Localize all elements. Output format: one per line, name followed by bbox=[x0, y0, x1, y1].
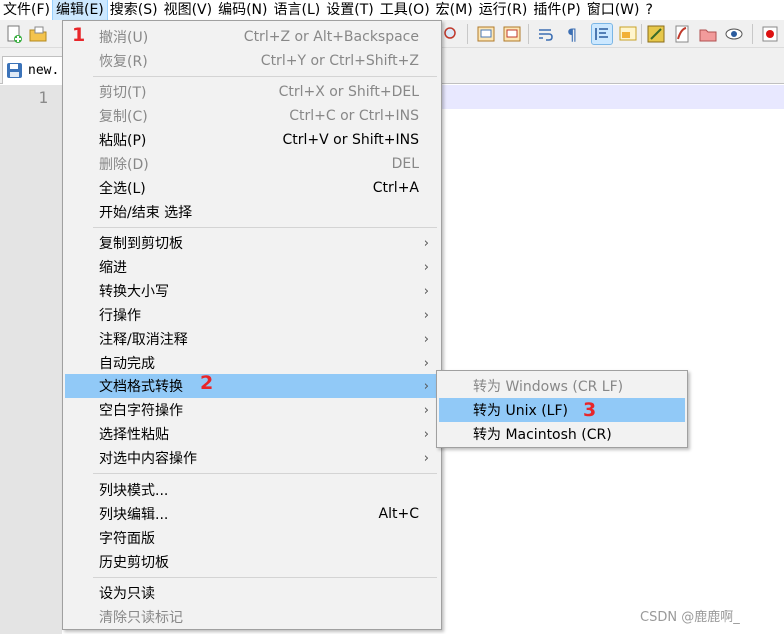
menu-item-column-mode[interactable]: 列块模式... bbox=[65, 478, 439, 502]
zoom-out-icon[interactable] bbox=[502, 24, 522, 44]
menubar: 文件(F) 编辑(E) 搜索(S) 视图(V) 编码(N) 语言(L) 设置(T… bbox=[0, 0, 784, 21]
wrap-icon[interactable] bbox=[536, 24, 556, 44]
menu-item-delete[interactable]: 删除(D) DEL bbox=[65, 152, 439, 176]
menu-item-undo[interactable]: 撤消(U) Ctrl+Z or Alt+Backspace bbox=[65, 25, 439, 49]
submenu-item-windows[interactable]: 转为 Windows (CR LF) bbox=[439, 374, 685, 398]
menu-item-column-editor[interactable]: 列块编辑... Alt+C bbox=[65, 502, 439, 526]
menu-encoding[interactable]: 编码(N) bbox=[215, 0, 270, 20]
folder-icon[interactable] bbox=[698, 24, 718, 44]
menu-item-on-selection[interactable]: 对选中内容操作 › bbox=[65, 446, 439, 470]
chevron-right-icon: › bbox=[423, 402, 429, 418]
menu-language[interactable]: 语言(L) bbox=[271, 0, 324, 20]
menu-item-select-all[interactable]: 全选(L) Ctrl+A bbox=[65, 176, 439, 200]
menu-item-redo[interactable]: 恢复(R) Ctrl+Y or Ctrl+Shift+Z bbox=[65, 49, 439, 73]
new-file-icon[interactable] bbox=[4, 24, 24, 44]
annotation-step-2: 2 bbox=[200, 372, 214, 394]
menu-view[interactable]: 视图(V) bbox=[161, 0, 216, 20]
floppy-save-icon bbox=[7, 63, 22, 78]
submenu-item-unix[interactable]: 转为 Unix (LF) bbox=[439, 398, 685, 422]
menu-item-cut[interactable]: 剪切(T) Ctrl+X or Shift+DEL bbox=[65, 80, 439, 104]
tab-label: new. bbox=[28, 63, 60, 78]
menu-item-clear-readonly[interactable]: 清除只读标记 bbox=[65, 605, 439, 629]
menu-item-auto-complete[interactable]: 自动完成 › bbox=[65, 351, 439, 375]
menu-plugins[interactable]: 插件(P) bbox=[530, 0, 583, 20]
chevron-right-icon: › bbox=[423, 378, 429, 394]
menu-edit[interactable]: 编辑(E) bbox=[51, 0, 108, 21]
menu-item-clipboard-history[interactable]: 历史剪切板 bbox=[65, 550, 439, 574]
menu-settings[interactable]: 设置(T) bbox=[323, 0, 376, 20]
chevron-right-icon: › bbox=[423, 426, 429, 442]
menu-search[interactable]: 搜索(S) bbox=[107, 0, 161, 20]
chevron-right-icon: › bbox=[423, 259, 429, 275]
chevron-right-icon: › bbox=[423, 235, 429, 251]
menu-item-set-readonly[interactable]: 设为只读 bbox=[65, 581, 439, 605]
function-list-icon[interactable] bbox=[646, 24, 666, 44]
menu-item-convert-case[interactable]: 转换大小写 › bbox=[65, 279, 439, 303]
menu-tools[interactable]: 工具(O) bbox=[377, 0, 433, 20]
submenu-item-macintosh[interactable]: 转为 Macintosh (CR) bbox=[439, 422, 685, 446]
folder-workspace-icon[interactable] bbox=[672, 24, 692, 44]
eol-conversion-submenu: 转为 Windows (CR LF) 转为 Unix (LF) 转为 Macin… bbox=[436, 370, 688, 448]
menu-item-comment[interactable]: 注释/取消注释 › bbox=[65, 327, 439, 351]
menu-item-paste-special[interactable]: 选择性粘贴 › bbox=[65, 422, 439, 446]
menu-help[interactable]: ? bbox=[643, 0, 656, 20]
menu-item-line-operations[interactable]: 行操作 › bbox=[65, 303, 439, 327]
menu-file[interactable]: 文件(F) bbox=[0, 0, 53, 20]
edit-menu: 撤消(U) Ctrl+Z or Alt+Backspace 恢复(R) Ctrl… bbox=[62, 20, 442, 630]
zoom-in-icon[interactable] bbox=[476, 24, 496, 44]
doc-map-icon[interactable] bbox=[618, 24, 638, 44]
annotation-step-3: 3 bbox=[583, 399, 597, 421]
annotation-step-1: 1 bbox=[72, 24, 86, 46]
menu-macro[interactable]: 宏(M) bbox=[433, 0, 476, 20]
menu-window[interactable]: 窗口(W) bbox=[584, 0, 643, 20]
chevron-right-icon: › bbox=[423, 450, 429, 466]
pilcrow-icon[interactable]: ¶ bbox=[562, 24, 582, 44]
menu-item-eol-conversion[interactable]: 文档格式转换 › bbox=[65, 374, 439, 398]
chevron-right-icon: › bbox=[423, 307, 429, 323]
monitor-eye-icon[interactable] bbox=[724, 24, 744, 44]
menu-item-char-panel[interactable]: 字符面版 bbox=[65, 526, 439, 550]
svg-text:¶: ¶ bbox=[567, 25, 577, 44]
menu-item-paste[interactable]: 粘贴(P) Ctrl+V or Shift+INS bbox=[65, 128, 439, 152]
chevron-right-icon: › bbox=[423, 355, 429, 371]
open-file-icon[interactable] bbox=[28, 24, 48, 44]
chevron-right-icon: › bbox=[423, 283, 429, 299]
menu-run[interactable]: 运行(R) bbox=[476, 0, 531, 20]
indent-guide-icon[interactable] bbox=[591, 23, 613, 45]
chevron-right-icon: › bbox=[423, 331, 429, 347]
line-number: 1 bbox=[38, 88, 48, 107]
line-number-gutter: 1 bbox=[0, 85, 62, 634]
record-macro-icon[interactable] bbox=[760, 24, 780, 44]
menu-item-indent[interactable]: 缩进 › bbox=[65, 255, 439, 279]
menu-item-copy-to-clipboard[interactable]: 复制到剪切板 › bbox=[65, 231, 439, 255]
find-icon[interactable] bbox=[440, 24, 460, 44]
menu-item-begin-end-select[interactable]: 开始/结束 选择 bbox=[65, 200, 439, 224]
menu-item-blank-operations[interactable]: 空白字符操作 › bbox=[65, 398, 439, 422]
menu-item-copy[interactable]: 复制(C) Ctrl+C or Ctrl+INS bbox=[65, 104, 439, 128]
watermark: CSDN @鹿鹿啊_ bbox=[640, 610, 740, 625]
